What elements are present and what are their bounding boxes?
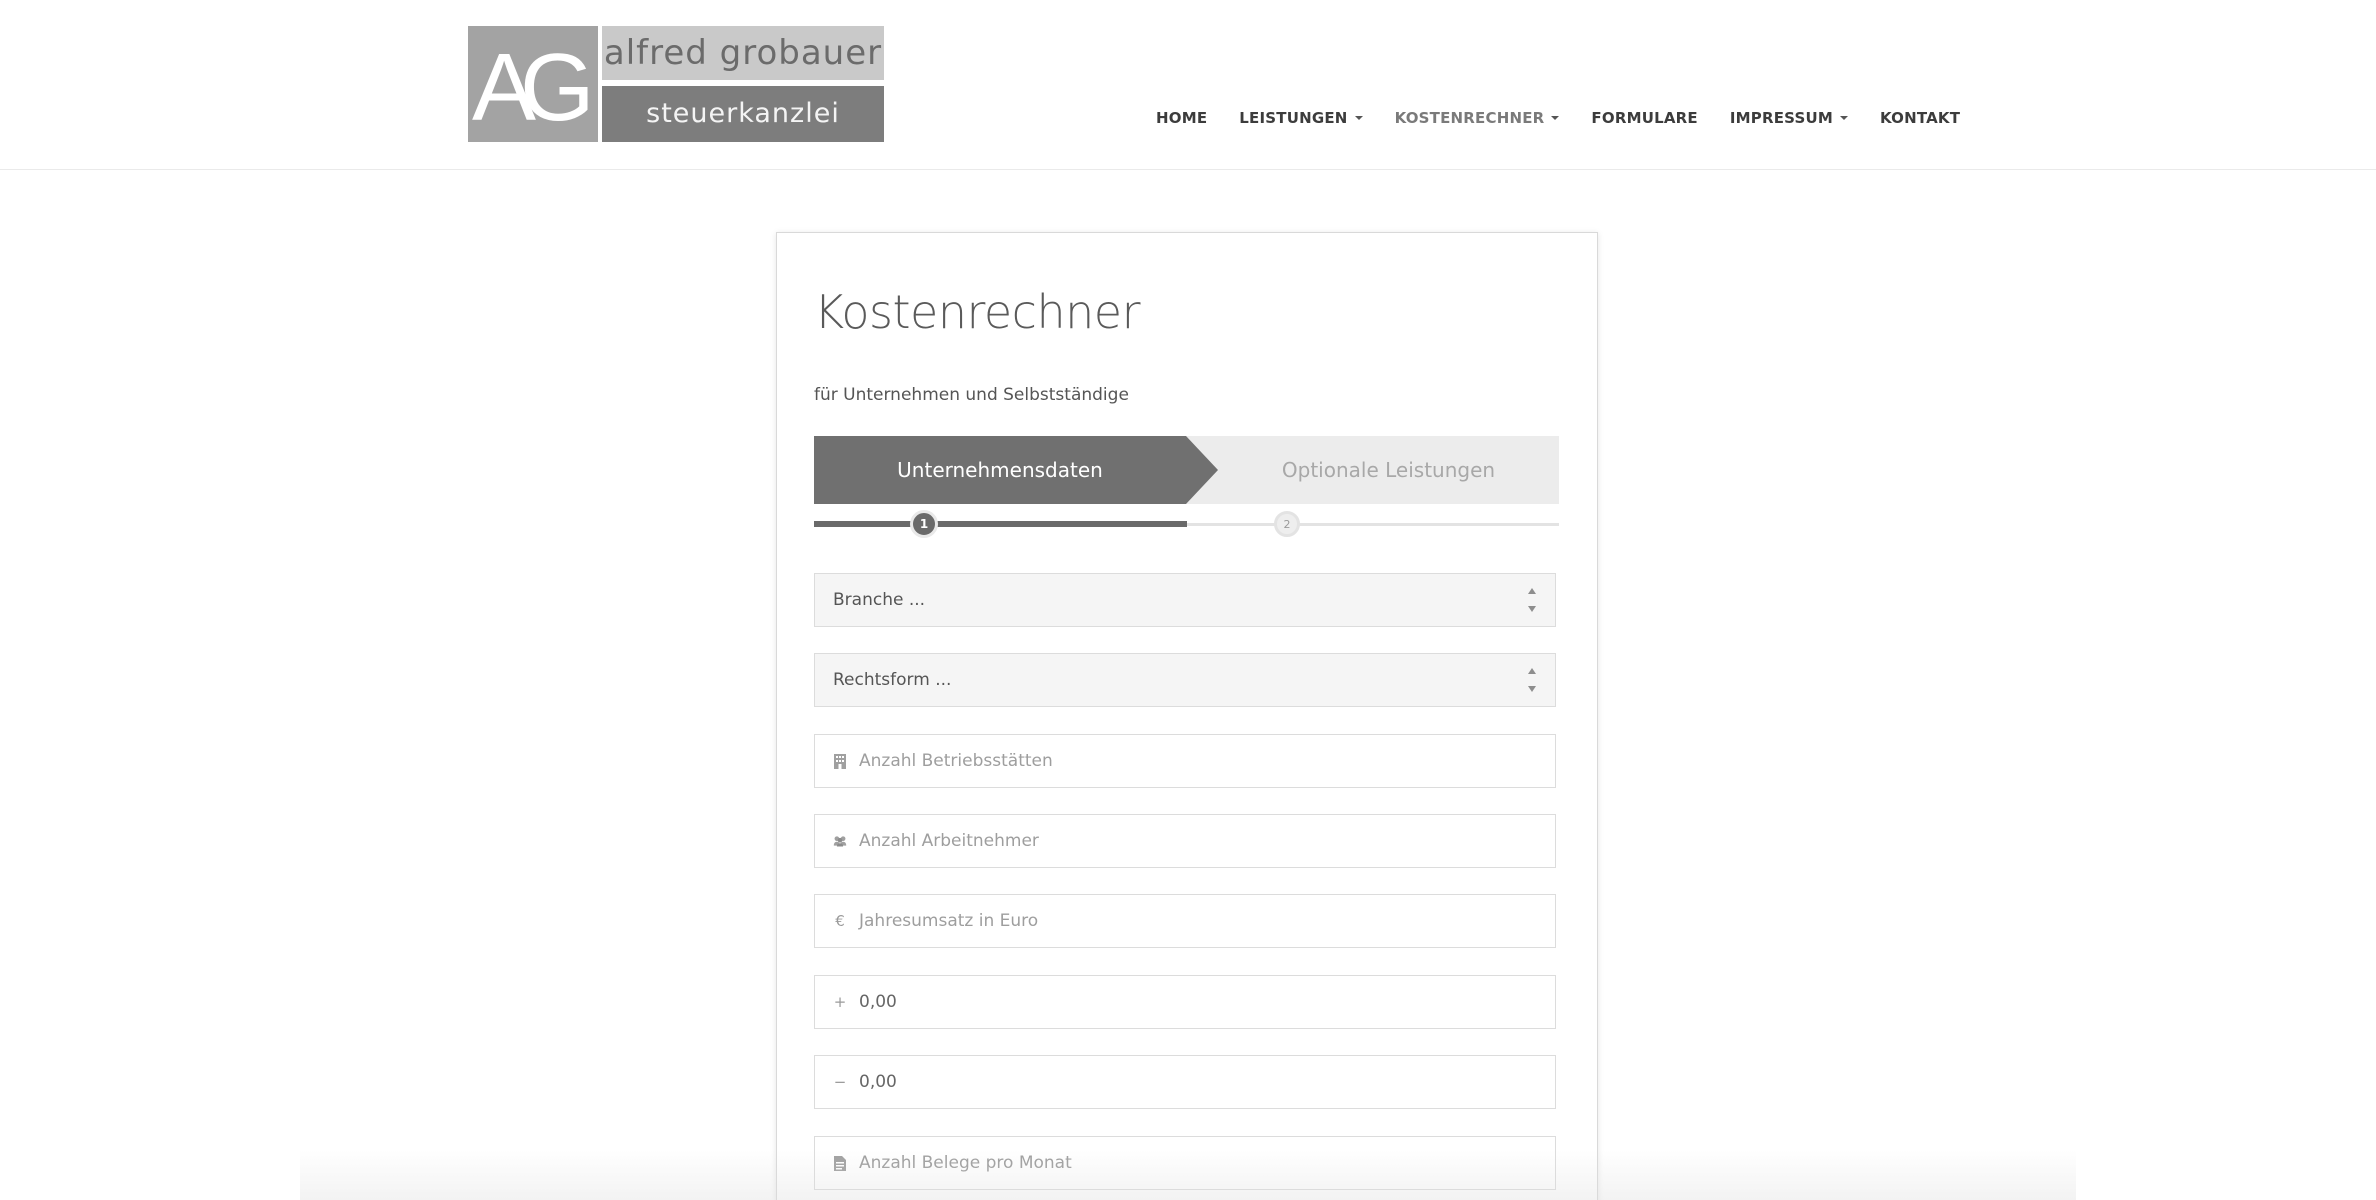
building-icon [833,753,847,769]
nav-item-kontakt[interactable]: KONTAKT [1880,109,1960,127]
abschlag-value: 0,00 [859,1072,897,1092]
caret-down-icon [1839,116,1848,120]
nav-label: FORMULARE [1591,109,1698,127]
main-nav: HOME LEISTUNGEN KOSTENRECHNER FORMULARE … [1156,106,1992,130]
step-optionale-leistungen[interactable]: Optionale Leistungen [1218,436,1559,504]
nav-label: KOSTENRECHNER [1394,109,1545,127]
users-icon [833,834,847,848]
page-subtitle: für Unternehmen und Selbstständige [814,385,1129,405]
step-arrow [1186,436,1218,504]
nav-item-kostenrechner[interactable]: KOSTENRECHNER [1395,109,1560,127]
betriebsstaetten-input[interactable]: Anzahl Betriebsstätten [814,734,1556,788]
branche-label: Branche ... [833,590,926,610]
betriebsstaetten-placeholder: Anzahl Betriebsstätten [859,751,1053,771]
page-title: Kostenrechner [814,285,1141,339]
caret-down-icon [1354,116,1363,120]
nav-item-leistungen[interactable]: LEISTUNGEN [1239,109,1363,127]
select-updown-icon [1527,588,1537,614]
wizard-steps: Unternehmensdaten Optionale Leistungen [814,436,1559,504]
belege-input[interactable]: Anzahl Belege pro Monat [814,1136,1556,1190]
progress-fill [814,521,1187,527]
logo-tagline: steuerkanzlei [602,86,884,142]
nav-label: LEISTUNGEN [1239,109,1348,127]
branche-select[interactable]: Branche ... [814,573,1556,627]
rechtsform-select[interactable]: Rechtsform ... [814,653,1556,707]
arbeitnehmer-placeholder: Anzahl Arbeitnehmer [859,831,1039,851]
minus-icon: − [833,1073,847,1091]
nav-label: IMPRESSUM [1729,109,1833,127]
jahresumsatz-placeholder: Jahresumsatz in Euro [859,911,1039,931]
logo-name: alfred grobauer [602,26,884,80]
site-header: AG alfred grobauer steuerkanzlei HOME LE… [0,0,2376,170]
plus-icon: + [833,993,847,1011]
document-icon [833,1155,847,1171]
caret-down-icon [1551,116,1560,120]
site-logo[interactable]: AG alfred grobauer steuerkanzlei [468,26,884,142]
calculator-card: Kostenrechner für Unternehmen und Selbst… [776,232,1598,1200]
nav-label: HOME [1156,109,1208,127]
nav-label: KONTAKT [1879,109,1961,127]
step-dot-1[interactable]: 1 [910,510,938,538]
nav-item-formulare[interactable]: FORMULARE [1591,109,1697,127]
select-updown-icon [1527,668,1537,694]
arbeitnehmer-input[interactable]: Anzahl Arbeitnehmer [814,814,1556,868]
rechtsform-label: Rechtsform ... [833,670,952,690]
zuschlag-input[interactable]: + 0,00 [814,975,1556,1029]
jahresumsatz-input[interactable]: € Jahresumsatz in Euro [814,894,1556,948]
belege-placeholder: Anzahl Belege pro Monat [859,1153,1072,1173]
logo-monogram: AG [468,26,598,142]
wizard-progress: 1 2 [814,510,1559,538]
nav-item-impressum[interactable]: IMPRESSUM [1730,109,1848,127]
euro-icon: € [835,912,845,930]
step-dot-2[interactable]: 2 [1274,511,1300,537]
logo-monogram-text: AG [472,34,595,141]
abschlag-input[interactable]: − 0,00 [814,1055,1556,1109]
zuschlag-value: 0,00 [859,992,897,1012]
step-unternehmensdaten[interactable]: Unternehmensdaten [814,436,1186,504]
nav-item-home[interactable]: HOME [1156,109,1207,127]
